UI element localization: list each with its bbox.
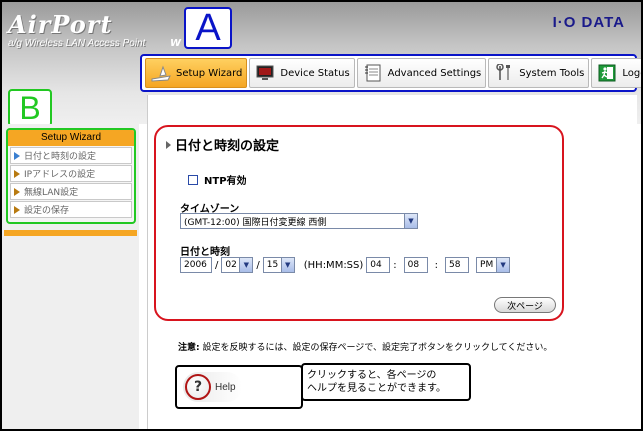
day-value: 15 [266,260,279,270]
logo-subtitle: a/g Wireless LAN Access Point [8,38,146,49]
marker-b: B [8,89,52,127]
tab-advanced-settings[interactable]: Advanced Settings [356,58,487,88]
sidebar: Setup Wizard 日付と時刻の設定 IPアドレスの設定 無線LAN設定 … [2,124,139,429]
sidebar-item-label: 日付と時刻の設定 [24,152,97,162]
exit-icon [596,63,618,83]
time-separator: : [393,259,397,271]
wizard-menu: Setup Wizard 日付と時刻の設定 IPアドレスの設定 無線LAN設定 … [6,128,136,224]
help-callout: クリックすると、各ページの ヘルプを見ることができます。 [301,363,471,401]
arrow-icon [14,151,20,160]
chevron-down-icon: ▼ [496,258,510,272]
page-frame: AirPort a/g Wireless LAN Access Point W … [0,0,643,431]
help-callout-line: ヘルプを見ることができます。 [307,383,446,394]
month-select[interactable]: 02 ▼ [221,257,254,273]
help-label: Help [215,381,236,393]
sidebar-accent-bar [4,230,137,236]
arrow-icon [14,169,20,178]
note-body: 設定を反映するには、設定の保存ページで、設定完了ボタンをクリックしてください。 [202,343,553,353]
wizard-menu-title: Setup Wizard [8,130,134,146]
wizard-icon [150,63,172,83]
chevron-down-icon: ▼ [404,214,417,228]
tab-device-status[interactable]: Device Status [249,58,355,88]
note-text: 注意: 設定を反映するには、設定の保存ページで、設定完了ボタンをクリックしてくだ… [178,340,552,353]
help-button[interactable]: ? Help [175,365,303,409]
date-separator: / [256,259,260,271]
sidebar-item-date-time[interactable]: 日付と時刻の設定 [10,147,132,164]
help-callout-line: クリックすると、各ページの [307,370,437,381]
month-value: 02 [225,260,237,270]
sidebar-item-wireless-lan[interactable]: 無線LAN設定 [10,183,132,200]
arrow-icon [14,205,20,214]
tab-label: Advanced Settings [387,67,482,79]
logo-subtitle-suffix: W [170,38,182,49]
minute-input[interactable]: 08 [403,257,428,273]
next-page-button[interactable]: 次ページ [494,297,556,313]
top-nav: Setup Wizard Device Status Advanced Sett… [140,54,641,92]
tab-label: Setup Wizard [176,67,243,79]
tab-label: Device Status [280,67,350,79]
second-input[interactable]: 58 [445,257,470,273]
ampm-value: PM [480,260,494,270]
help-button-inner: ? Help [183,372,242,402]
sidebar-item-label: 無線LAN設定 [24,188,79,198]
ntp-label: NTP有効 [204,176,247,187]
marker-a: A [184,7,232,49]
ntp-checkbox[interactable] [188,174,198,185]
time-format-label: (HH:MM:SS) [303,259,364,271]
ampm-select[interactable]: PM ▼ [476,257,511,273]
date-separator: / [215,259,219,271]
time-separator: : [434,259,439,271]
tab-label: Logout [622,67,641,79]
date-time-panel: 日付と時刻の設定 NTP有効 タイムゾーン (GMT-12:00) 国際日付変更… [154,125,564,321]
notepad-icon [362,63,384,83]
page-title-text: 日付と時刻の設定 [175,139,280,154]
datetime-label: 日付と時刻 [180,247,230,258]
sidebar-item-ip-address[interactable]: IPアドレスの設定 [10,165,132,182]
hour-input[interactable]: 04 [366,257,391,273]
arrow-icon [14,187,20,196]
timezone-value: (GMT-12:00) 国際日付変更線 西側 [184,217,327,228]
year-input[interactable]: 2006 [180,257,212,273]
main-content: 日付と時刻の設定 NTP有効 タイムゾーン (GMT-12:00) 国際日付変更… [147,95,637,429]
ntp-row: NTP有効 [188,172,247,187]
airport-logo: AirPort [8,10,113,39]
sidebar-item-label: 設定の保存 [24,206,70,216]
tab-setup-wizard[interactable]: Setup Wizard [145,58,248,88]
sidebar-item-label: IPアドレスの設定 [24,170,96,180]
chevron-down-icon: ▼ [280,258,294,272]
question-icon: ? [185,374,211,400]
tab-logout[interactable]: Logout [591,58,641,88]
note-prefix: 注意: [178,343,200,353]
datetime-row: 2006 / 02 ▼ / 15 ▼ (HH:MM:SS) 04 : 08 : … [180,257,511,273]
triangle-icon [166,140,171,149]
chevron-down-icon: ▼ [239,258,253,272]
brand-logo: I·O DATA [552,14,625,31]
sidebar-item-save-settings[interactable]: 設定の保存 [10,201,132,218]
tab-label: System Tools [519,67,585,79]
tools-icon [493,63,515,83]
day-select[interactable]: 15 ▼ [262,257,295,273]
page-title: 日付と時刻の設定 [166,135,279,154]
monitor-icon [254,63,276,83]
tab-system-tools[interactable]: System Tools [488,58,590,88]
timezone-select[interactable]: (GMT-12:00) 国際日付変更線 西側 ▼ [180,213,418,229]
